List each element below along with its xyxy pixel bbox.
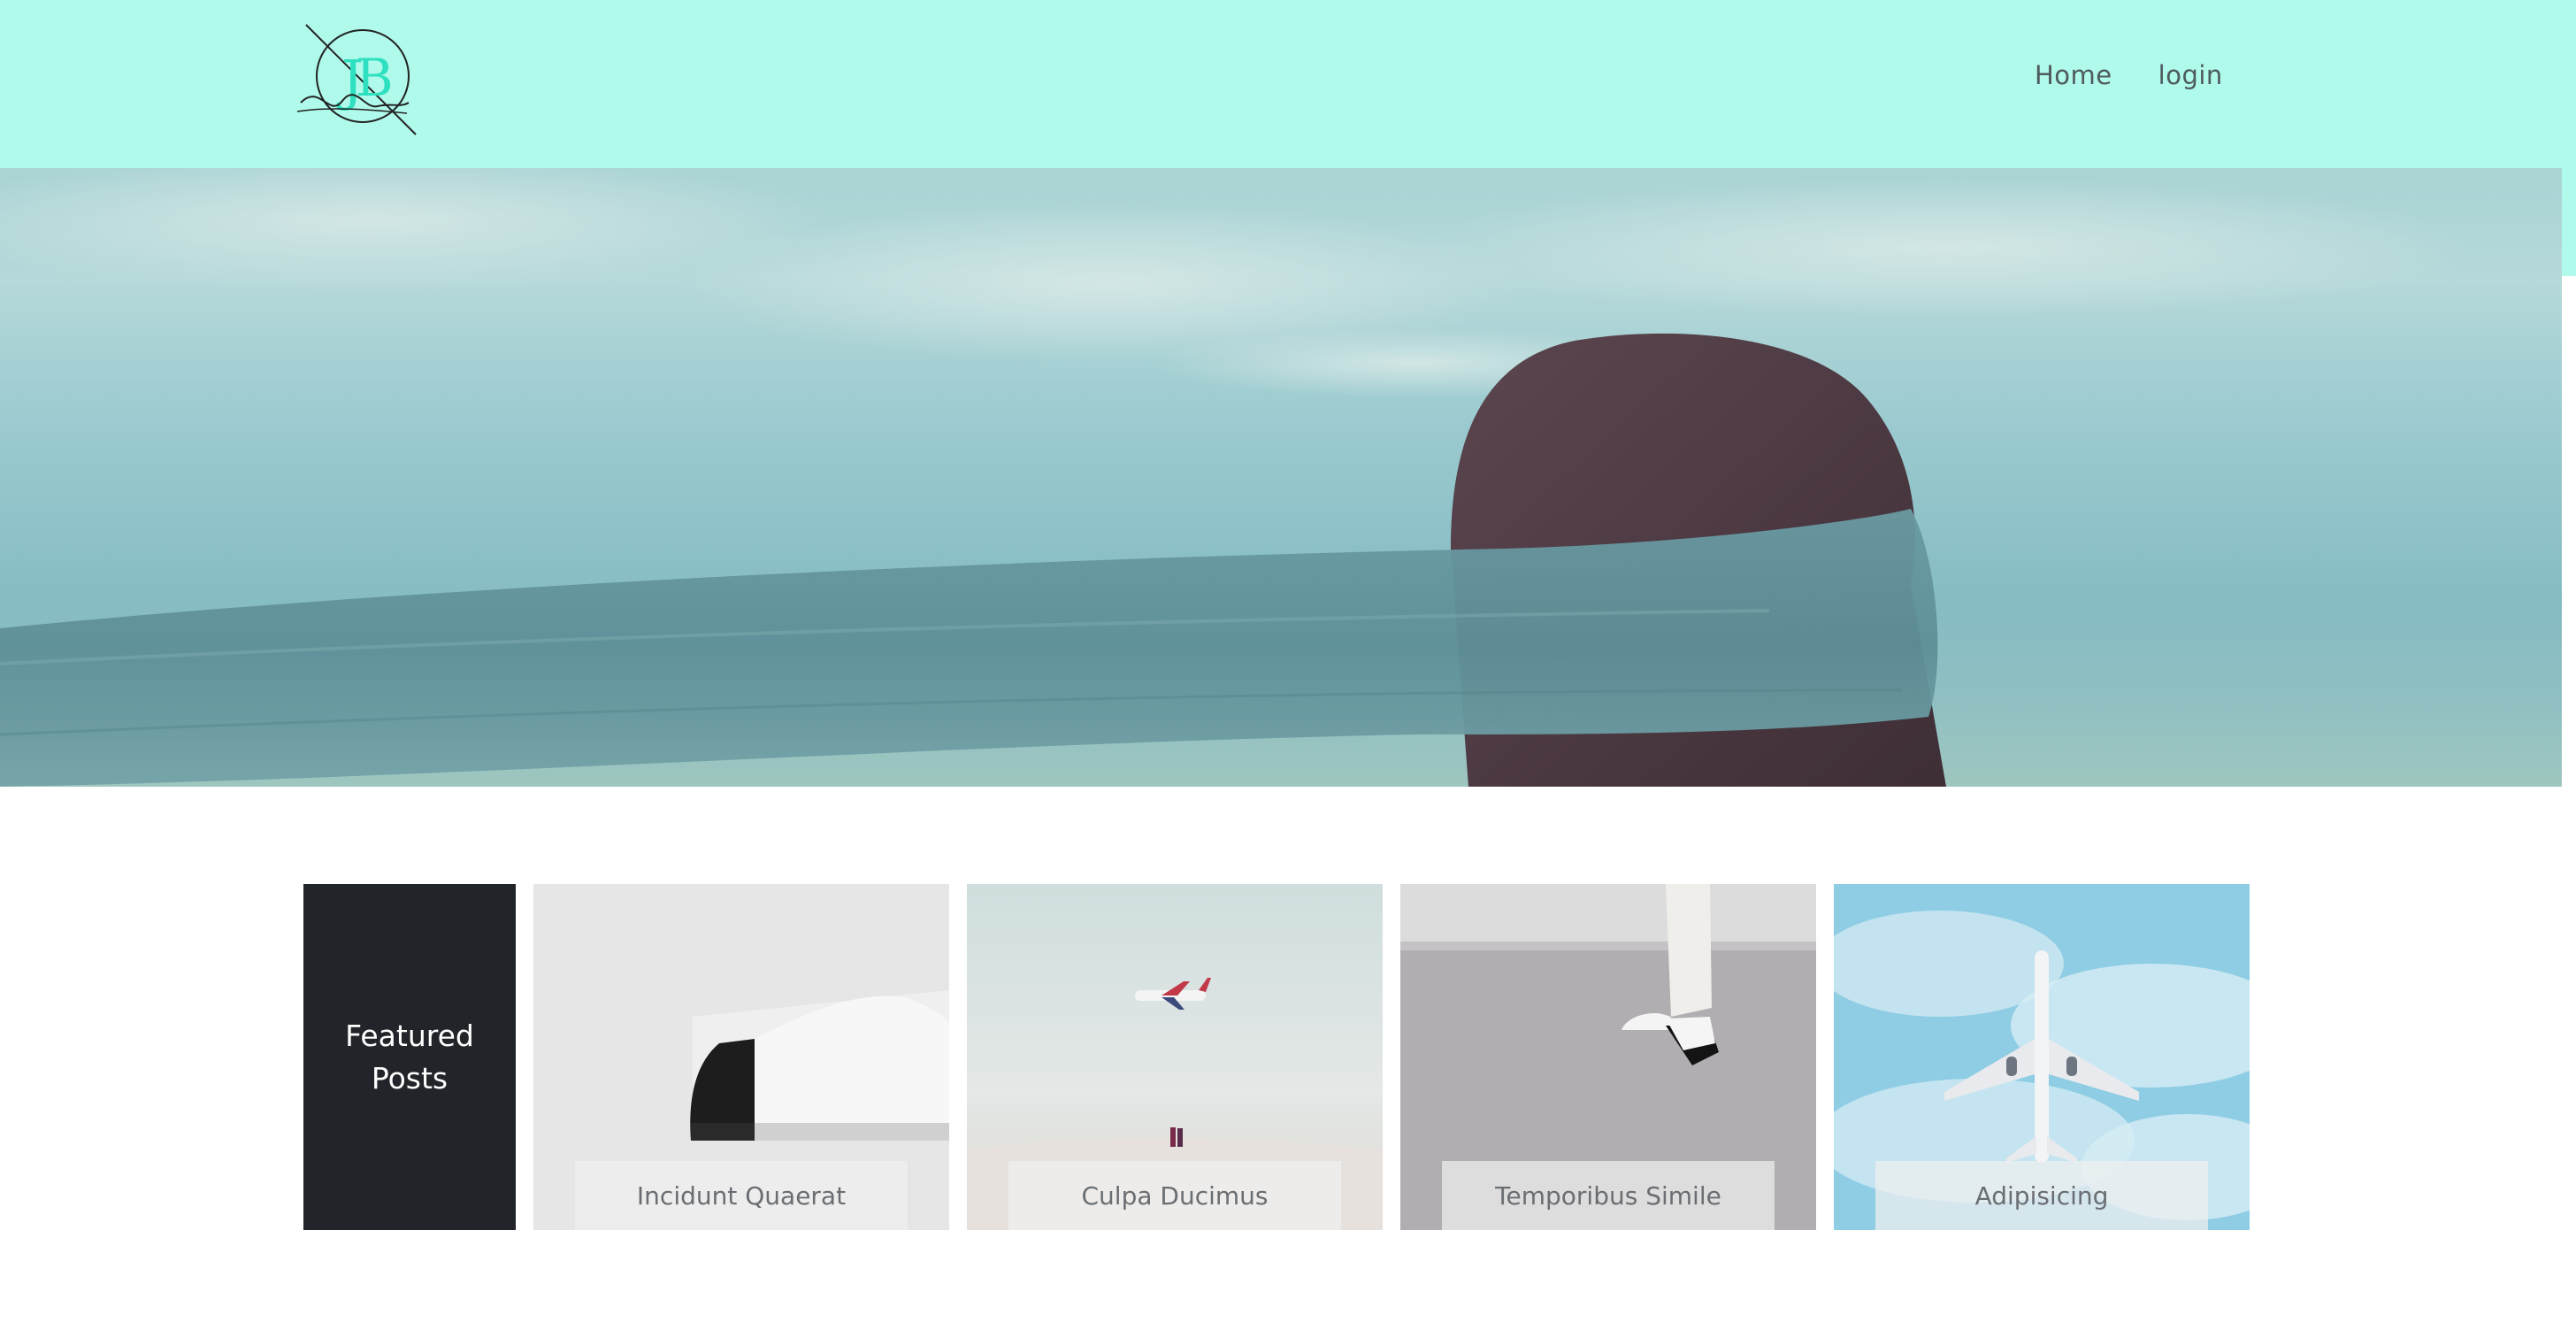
featured-card[interactable]: Adipisicing: [1834, 884, 2250, 1230]
featured-posts-heading-box: Featured Posts: [303, 884, 516, 1230]
site-header: J B Home login: [0, 0, 2562, 168]
featured-posts-heading: Featured Posts: [345, 1018, 474, 1096]
nav-login-link[interactable]: login: [2158, 60, 2223, 90]
card-title: Adipisicing: [1875, 1161, 2208, 1230]
featured-card[interactable]: Culpa Ducimus: [967, 884, 1383, 1230]
card-title: Temporibus Simile: [1442, 1161, 1775, 1230]
main-nav: Home login: [2035, 60, 2223, 90]
card-title: Culpa Ducimus: [1008, 1161, 1341, 1230]
card-title: Incidunt Quaerat: [575, 1161, 908, 1230]
nav-home-link[interactable]: Home: [2035, 60, 2112, 90]
header-edge-strip: [2562, 0, 2576, 276]
featured-card[interactable]: Incidunt Quaerat: [533, 884, 949, 1230]
site-logo[interactable]: J B: [294, 21, 418, 136]
hero-image: [0, 168, 2562, 787]
featured-card[interactable]: Temporibus Simile: [1400, 884, 1816, 1230]
